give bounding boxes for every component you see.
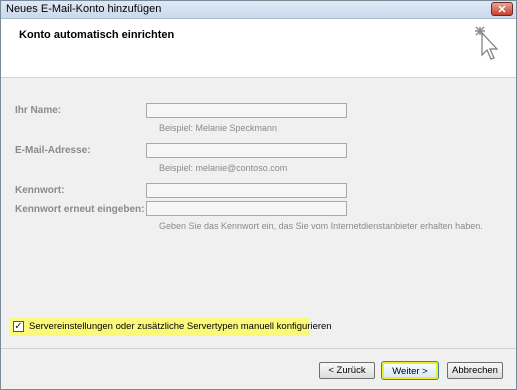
close-button[interactable]: ✕ xyxy=(491,2,513,16)
page-title: Konto automatisch einrichten xyxy=(19,29,175,41)
password-confirm-input[interactable] xyxy=(146,201,347,216)
email-input[interactable] xyxy=(146,143,347,158)
window-title: Neues E-Mail-Konto hinzufügen xyxy=(6,3,162,15)
title-bar: Neues E-Mail-Konto hinzufügen ✕ xyxy=(1,1,516,19)
cancel-button[interactable]: Abbrechen xyxy=(447,362,503,379)
dialog-window: Neues E-Mail-Konto hinzufügen ✕ Konto au… xyxy=(0,0,517,390)
form-area: Ihr Name: Beispiel: Melanie Speckmann E-… xyxy=(1,78,516,348)
manual-config-label[interactable]: Servereinstellungen oder zusätzliche Ser… xyxy=(29,321,332,332)
password-input[interactable] xyxy=(146,183,347,198)
email-label: E-Mail-Adresse: xyxy=(15,145,91,156)
back-button[interactable]: < Zurück xyxy=(319,362,375,379)
password-hint: Geben Sie das Kennwort ein, das Sie vom … xyxy=(159,221,483,231)
name-hint: Beispiel: Melanie Speckmann xyxy=(159,123,278,133)
wizard-header: Konto automatisch einrichten xyxy=(1,19,516,78)
manual-config-checkbox[interactable]: ✓ xyxy=(13,321,24,332)
name-label: Ihr Name: xyxy=(15,105,62,116)
password-confirm-label: Kennwort erneut eingeben: xyxy=(15,204,145,215)
name-input[interactable] xyxy=(146,103,347,118)
footer-divider xyxy=(1,348,516,349)
manual-config-row[interactable]: ✓ Servereinstellungen oder zusätzliche S… xyxy=(9,318,332,336)
email-hint: Beispiel: melanie@contoso.com xyxy=(159,163,288,173)
password-label: Kennwort: xyxy=(15,185,65,196)
next-button[interactable]: Weiter > xyxy=(381,361,439,380)
cursor-sparkle-icon xyxy=(475,26,499,60)
